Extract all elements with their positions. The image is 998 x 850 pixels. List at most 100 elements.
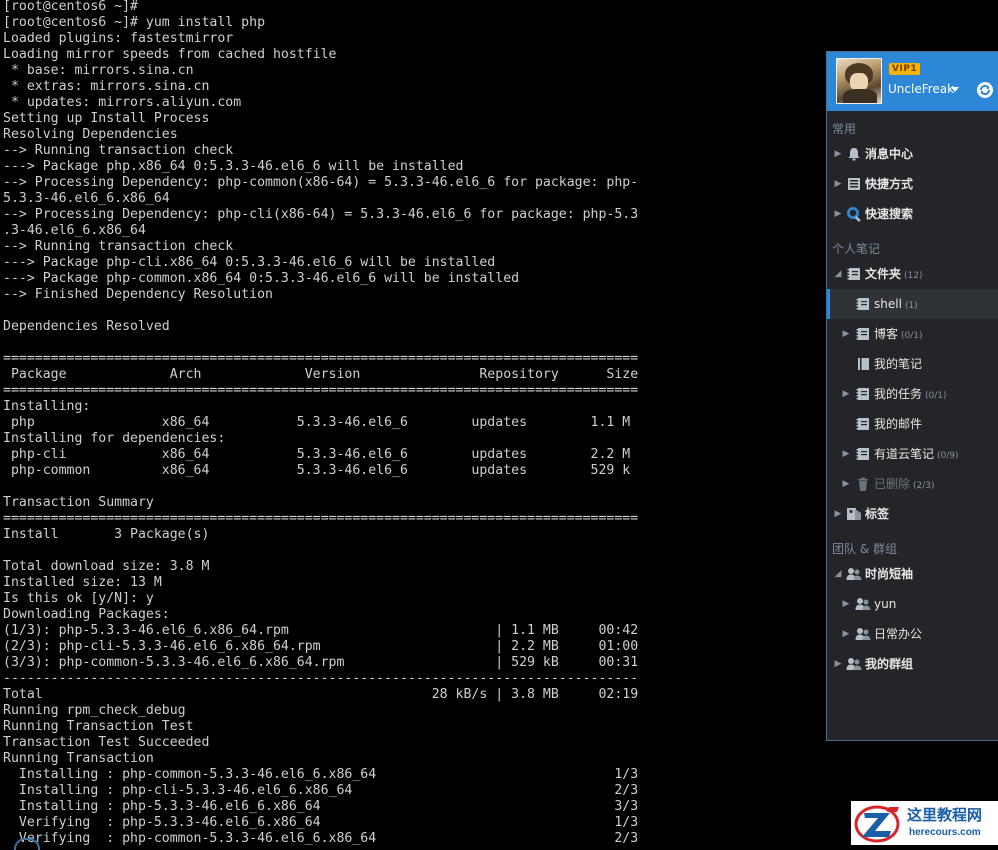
terminal-line: --> Running transaction check: [3, 239, 234, 254]
terminal-line: Loading mirror speeds from cached hostfi…: [3, 47, 337, 62]
group-icon: [846, 658, 862, 670]
sidebar-item-shell[interactable]: shell (1): [827, 289, 998, 319]
sidebar-item-my-notes[interactable]: 我的笔记: [827, 349, 998, 379]
notebook-icon: [856, 448, 869, 460]
trash-icon: [858, 477, 868, 491]
terminal-line: Transaction Test Succeeded: [3, 735, 210, 750]
terminal-line: --> Running transaction check: [3, 143, 234, 158]
terminal-line: Verifying : php-common-5.3.3-46.el6_6.x8…: [3, 831, 639, 845]
chevron-down-icon[interactable]: ◢: [833, 569, 843, 579]
terminal-line: ---> Package php-cli.x86_64 0:5.3.3-46.e…: [3, 255, 496, 270]
group-icon: [846, 568, 862, 580]
username-dropdown[interactable]: UncleFreak: [888, 81, 954, 97]
sidebar-item-shortcuts[interactable]: ▶ 快捷方式: [827, 169, 998, 199]
terminal-line: Installing for dependencies:: [3, 431, 226, 446]
sidebar-item-my-groups[interactable]: ▶ 我的群组: [827, 649, 998, 679]
section-personal-notes: 个人笔记: [832, 242, 881, 256]
terminal-line: php-common x86_64 5.3.3-46.el6_6 updates…: [3, 463, 631, 478]
sidebar-item-deleted[interactable]: ▶ 已删除 (2/3): [827, 469, 998, 499]
terminal-line: --> Finished Dependency Resolution: [3, 287, 273, 302]
terminal-line: ========================================…: [3, 351, 639, 366]
chevron-right-icon[interactable]: ▶: [833, 149, 843, 159]
terminal-line: Is this ok [y/N]: y: [3, 591, 154, 606]
terminal-line: Installing : php-common-5.3.3-46.el6_6.x…: [3, 767, 639, 782]
terminal-line: Total 28 kB/s | 3.8 MB 02:19: [3, 687, 639, 702]
caret-down-icon[interactable]: [951, 87, 959, 92]
terminal-line: (2/3): php-cli-5.3.3-46.el6_6.x86_64.rpm…: [3, 639, 639, 654]
user-avatar[interactable]: [836, 58, 882, 104]
chevron-right-icon[interactable]: ▶: [841, 479, 851, 489]
terminal-line: (1/3): php-5.3.3-46.el6_6.x86_64.rpm | 1…: [3, 623, 639, 638]
vip-badge: VIP1: [889, 63, 921, 75]
terminal-window[interactable]: [root@centos6 ~]# [root@centos6 ~]# yum i…: [0, 0, 826, 845]
watermark-url: herecours.com: [909, 827, 981, 838]
sidebar-item-youdao-notes[interactable]: ▶ 有道云笔记 (0/9): [827, 439, 998, 469]
chevron-down-icon[interactable]: ◢: [833, 269, 843, 279]
sidebar-item-fashion-shorts[interactable]: ◢ 时尚短袖: [827, 559, 998, 589]
note-sidebar: VIP1 UncleFreak 常用 ▶ 消息中心 ▶ 快捷方式 ▶ 快速搜索 …: [826, 51, 998, 741]
terminal-line: Total download size: 3.8 M: [3, 559, 210, 574]
terminal-line: Installing:: [3, 399, 91, 414]
sidebar-item-yun[interactable]: ▶ yun: [827, 589, 998, 619]
note-icon: [858, 358, 869, 370]
notebook-icon: [856, 418, 869, 430]
sidebar-item-label: shell (1): [874, 297, 918, 311]
sidebar-item-label: 快捷方式: [865, 177, 914, 191]
sidebar-item-label: 时尚短袖: [865, 567, 914, 581]
terminal-line: 5.3.3-46.el6_6.x86_64: [3, 191, 170, 206]
terminal-line: [root@centos6 ~]#: [3, 0, 138, 14]
sidebar-item-label: 消息中心: [865, 147, 914, 161]
sidebar-item-quick-search[interactable]: ▶ 快速搜索: [827, 199, 998, 229]
profile-header: VIP1 UncleFreak: [827, 52, 998, 111]
terminal-line: Dependencies Resolved: [3, 319, 170, 334]
notebook-icon: [856, 298, 869, 310]
sidebar-item-label: 我的邮件: [874, 417, 923, 431]
sidebar-item-label: 我的群组: [865, 657, 914, 671]
group-icon: [855, 598, 871, 610]
terminal-line: * base: mirrors.sina.cn: [3, 63, 194, 78]
section-team-groups: 团队 & 群组: [832, 542, 897, 556]
chevron-right-icon[interactable]: ▶: [833, 659, 843, 669]
tag-icon: [847, 508, 861, 520]
chevron-right-icon[interactable]: ▶: [841, 449, 851, 459]
sidebar-item-my-tasks[interactable]: ▶ 我的任务 (0/1): [827, 379, 998, 409]
sidebar-item-label: 日常办公: [874, 627, 923, 641]
terminal-line: --> Processing Dependency: php-common(x8…: [3, 175, 639, 190]
group-icon: [855, 628, 871, 640]
terminal-line: Installing : php-5.3.3-46.el6_6.x86_64 3…: [3, 799, 639, 814]
terminal-line: Verifying : php-5.3.3-46.el6_6.x86_64 1/…: [3, 815, 639, 830]
sync-icon[interactable]: [976, 81, 994, 99]
chevron-right-icon[interactable]: ▶: [833, 179, 843, 189]
site-watermark: 这里教程网 herecours.com: [851, 801, 998, 845]
sidebar-item-daily-office[interactable]: ▶ 日常办公: [827, 619, 998, 649]
terminal-line: Running Transaction: [3, 751, 154, 766]
terminal-line: php-cli x86_64 5.3.3-46.el6_6 updates 2.…: [3, 447, 631, 462]
chevron-right-icon[interactable]: ▶: [841, 329, 851, 339]
terminal-line: Downloading Packages:: [3, 607, 170, 622]
sidebar-item-label: 博客 (0/1): [874, 327, 923, 341]
sidebar-item-label: 我的任务 (0/1): [874, 387, 947, 401]
terminal-line: Transaction Summary: [3, 495, 154, 510]
sidebar-item-folders[interactable]: ◢ 文件夹 (12): [827, 259, 998, 289]
chevron-right-icon[interactable]: ▶: [841, 389, 851, 399]
chevron-right-icon[interactable]: ▶: [841, 629, 851, 639]
chevron-right-icon[interactable]: ▶: [841, 599, 851, 609]
sidebar-item-label: 有道云笔记 (0/9): [874, 447, 959, 461]
terminal-line: [root@centos6 ~]# yum install php: [3, 15, 266, 30]
terminal-line: Install 3 Package(s): [3, 527, 210, 542]
terminal-line: Resolving Dependencies: [3, 127, 178, 142]
terminal-corner-mark: [14, 838, 40, 850]
terminal-line: ----------------------------------------…: [3, 671, 639, 686]
terminal-line: Installing : php-cli-5.3.3-46.el6_6.x86_…: [3, 783, 639, 798]
terminal-line: php x86_64 5.3.3-46.el6_6 updates 1.1 M: [3, 415, 631, 430]
sidebar-item-my-mail[interactable]: 我的邮件: [827, 409, 998, 439]
chevron-right-icon[interactable]: ▶: [833, 209, 843, 219]
terminal-line: Setting up Install Process: [3, 111, 210, 126]
notebook-icon: [847, 268, 860, 280]
sidebar-item-messages[interactable]: ▶ 消息中心: [827, 139, 998, 169]
search-icon: [847, 207, 861, 222]
chevron-right-icon[interactable]: ▶: [833, 509, 843, 519]
sidebar-item-blog[interactable]: ▶ 博客 (0/1): [827, 319, 998, 349]
sidebar-item-tags[interactable]: ▶ 标签: [827, 499, 998, 529]
terminal-line: Running Transaction Test: [3, 719, 194, 734]
